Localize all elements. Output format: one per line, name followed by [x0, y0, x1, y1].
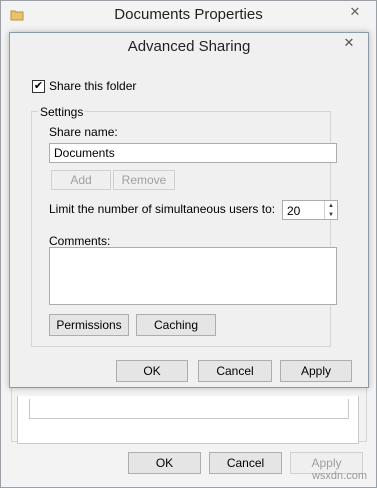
share-folder-label: Share this folder: [49, 79, 137, 93]
outer-cancel-button[interactable]: Cancel: [209, 452, 282, 474]
spin-down-icon[interactable]: ▼: [325, 210, 337, 219]
add-button[interactable]: Add: [51, 170, 111, 190]
outer-titlebar[interactable]: Documents Properties ✕: [1, 1, 376, 31]
settings-group-label: Settings: [38, 105, 86, 119]
spinner-buttons: ▲ ▼: [324, 201, 337, 219]
remove-button[interactable]: Remove: [113, 170, 175, 190]
permissions-button[interactable]: Permissions: [49, 314, 129, 336]
outer-close-icon[interactable]: ✕: [340, 1, 370, 23]
limit-users-label: Limit the number of simultaneous users t…: [49, 202, 276, 216]
share-folder-checkbox[interactable]: ✔: [32, 79, 45, 93]
share-name-label: Share name:: [49, 125, 118, 139]
outer-window-title: Documents Properties: [114, 6, 263, 23]
advanced-sharing-dialog: Advanced Sharing ✕ ✔ Share this folder S…: [9, 32, 369, 388]
dialog-apply-button[interactable]: Apply: [280, 360, 352, 382]
dialog-cancel-button[interactable]: Cancel: [198, 360, 272, 382]
comments-textarea[interactable]: [49, 247, 337, 305]
caching-button[interactable]: Caching: [136, 314, 216, 336]
share-name-input[interactable]: Documents: [49, 143, 337, 163]
dialog-titlebar[interactable]: Advanced Sharing ✕: [10, 33, 368, 61]
dialog-ok-button[interactable]: OK: [116, 360, 188, 382]
user-limit-value[interactable]: 20: [287, 204, 300, 218]
dialog-close-icon[interactable]: ✕: [335, 33, 363, 53]
spin-up-icon[interactable]: ▲: [325, 201, 337, 210]
outer-ok-button[interactable]: OK: [128, 452, 201, 474]
share-folder-row[interactable]: ✔ Share this folder: [32, 79, 136, 93]
dialog-title: Advanced Sharing: [127, 38, 251, 55]
watermark-text: wsxdn.com: [311, 470, 367, 482]
user-limit-spinner[interactable]: 20 ▲ ▼: [282, 200, 338, 220]
outer-inner-box: [29, 399, 349, 419]
comments-label: Comments:: [49, 234, 111, 248]
